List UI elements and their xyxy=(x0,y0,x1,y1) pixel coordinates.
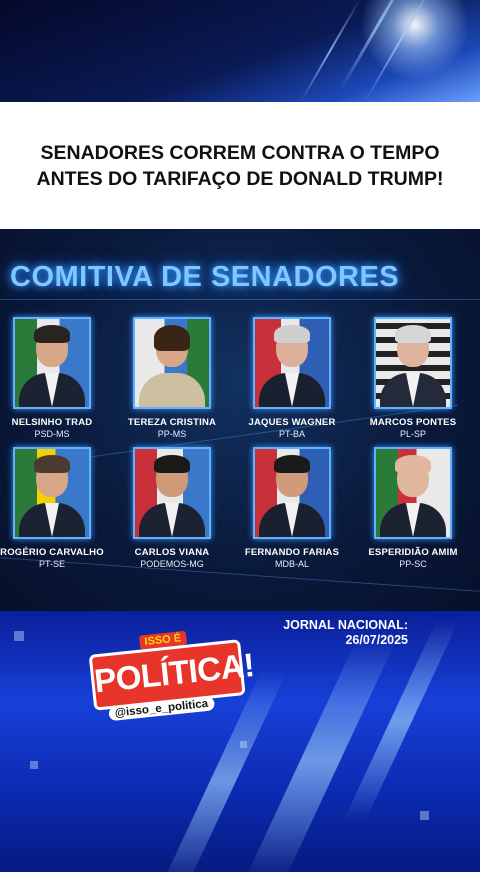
light-square xyxy=(14,631,24,641)
senator-name: ESPERIDIÃO AMIM xyxy=(368,547,458,558)
light-square xyxy=(420,811,429,820)
panel-title: COMITIVA DE SENADORES xyxy=(10,261,400,293)
senator-party: PT-SE xyxy=(38,559,65,569)
senator-photo xyxy=(253,317,331,409)
light-square xyxy=(30,761,38,769)
senator-photo xyxy=(133,447,211,539)
senator-photo xyxy=(374,317,452,409)
senator-party: PP-SC xyxy=(399,559,427,569)
senator-party: PP-MS xyxy=(157,429,187,439)
senator-party: PL-SP xyxy=(399,429,426,439)
senator-card: ESPERIDIÃO AMIM PP-SC xyxy=(358,447,468,569)
headline-text: SENADORES CORREM CONTRA O TEMPO ANTES DO… xyxy=(36,141,444,190)
senator-card: FERNANDO FARIAS MDB-AL xyxy=(237,447,347,569)
senator-party: PT-BA xyxy=(278,429,305,439)
senator-card: MARCOS PONTES PL-SP xyxy=(358,317,468,439)
senator-name: CARLOS VIANA xyxy=(134,547,210,558)
senator-photo xyxy=(13,317,91,409)
senator-party: PSD-MS xyxy=(34,429,70,439)
senator-name: TEREZA CRISTINA xyxy=(127,417,217,428)
senator-party: MDB-AL xyxy=(274,559,309,569)
senator-name: MARCOS PONTES xyxy=(369,417,457,428)
top-background-band xyxy=(0,0,480,102)
light-streak xyxy=(299,0,361,102)
senators-panel: COMITIVA DE SENADORES NELSINHO TRAD PSD-… xyxy=(0,229,480,611)
senator-photo xyxy=(13,447,91,539)
senator-name: JAQUES WAGNER xyxy=(248,417,336,428)
senator-photo xyxy=(374,447,452,539)
senator-card: JAQUES WAGNER PT-BA xyxy=(237,317,347,439)
headline-box: SENADORES CORREM CONTRA O TEMPO ANTES DO… xyxy=(0,102,480,229)
broadcast-credit: JORNAL NACIONAL: 26/07/2025 xyxy=(283,618,408,648)
senator-name: FERNANDO FARIAS xyxy=(244,547,340,558)
senator-card: TEREZA CRISTINA PP-MS xyxy=(117,317,227,439)
senator-name: ROGÉRIO CARVALHO xyxy=(0,547,104,558)
glow-line xyxy=(0,299,480,300)
senator-card: NELSINHO TRAD PSD-MS xyxy=(0,317,107,439)
senator-card: ROGÉRIO CARVALHO PT-SE xyxy=(0,447,107,569)
senator-party: PODEMOS-MG xyxy=(140,559,204,569)
senator-photo xyxy=(133,317,211,409)
bottom-background: JORNAL NACIONAL: 26/07/2025 ISSO É POLÍT… xyxy=(0,611,480,872)
senator-photo xyxy=(253,447,331,539)
light-square xyxy=(240,741,247,748)
broadcast-date: 26/07/2025 xyxy=(345,633,408,647)
senator-name: NELSINHO TRAD xyxy=(11,417,93,428)
senator-card: CARLOS VIANA PODEMOS-MG xyxy=(117,447,227,569)
isso-e-politica-logo: ISSO É POLÍTICA! @isso_e_politica xyxy=(87,625,256,740)
program-name: JORNAL NACIONAL: xyxy=(283,618,408,632)
